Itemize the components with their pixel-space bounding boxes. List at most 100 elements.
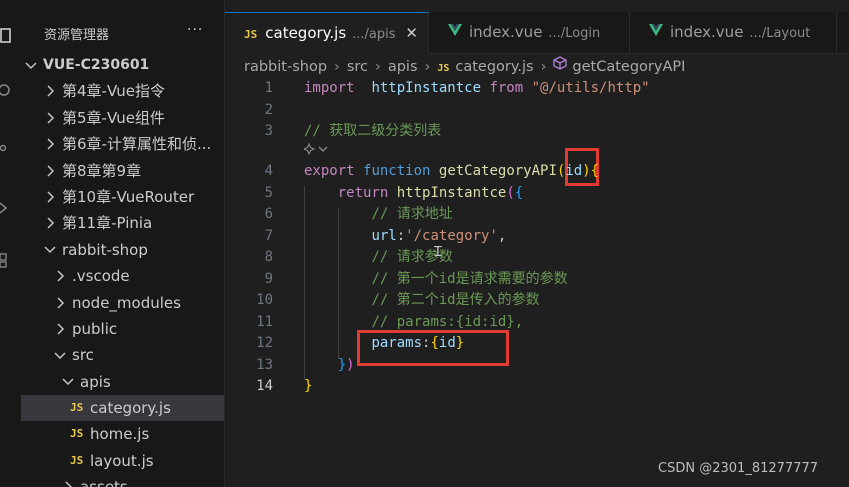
folder-item[interactable]: .vscode [21,263,224,289]
chevron-right-icon [54,290,66,316]
code-line[interactable]: // 第二个id是传入的参数 [304,290,539,312]
file-item[interactable]: JS layout.js [21,448,224,474]
chevron-right-icon [44,131,56,157]
code-line[interactable]: // 请求地址 [304,204,453,226]
code-line[interactable]: // 获取二级分类列表 [304,121,441,143]
code-token: } [337,356,347,373]
code-editor[interactable]: Ɪ 1 import httpInstantce from "@/utils/ht… [225,78,849,487]
tree-item-label: node_modules [72,293,181,312]
code-line[interactable]: url:'/category', [304,226,506,248]
watermark: CSDN @2301_81277777 [658,461,818,476]
folder-item[interactable]: assets [21,474,224,487]
breadcrumb-item[interactable]: rabbit-shop [244,59,327,75]
chevron-right-icon [62,474,74,487]
code-token: } [304,378,313,394]
tree-item-label: assets [80,474,128,487]
extensions-icon[interactable] [0,252,14,268]
chevron-down-icon [62,369,74,395]
code-token: from [489,80,524,96]
js-file-icon: JS [70,427,84,441]
code-token: url [371,227,397,244]
tab-description: .../Login [548,26,601,41]
code-line[interactable]: export function getCategoryAPI(id){ [304,161,599,183]
code-line[interactable]: import httpInstantce from "@/utils/http" [304,78,650,100]
code-token: "@/utils/http" [531,80,650,96]
ai-hint-icon[interactable] [302,142,330,158]
chevron-right-icon [44,210,56,236]
code-line[interactable]: } [304,376,312,398]
chevron-down-icon [25,52,37,78]
close-tab-icon[interactable]: ✕ [405,13,418,54]
folder-item[interactable]: apis [21,369,224,395]
chevron-right-icon [54,316,66,342]
tree-item-label: rabbit-shop [62,240,148,259]
activity-bar [0,0,22,487]
chevron-right-icon [44,184,56,210]
explorer-icon[interactable] [0,28,14,43]
more-actions-icon[interactable]: ··· [187,22,203,38]
code-line[interactable]: // params:{id:id}, [304,312,523,334]
tab-label: index.vue [670,23,744,41]
folder-item[interactable]: 第8章第9章 [21,158,224,184]
folder-item[interactable]: src [21,342,224,368]
tab-index-vue-layout[interactable]: index.vue .../Layout [630,12,837,53]
tab-description: .../apis [352,27,396,42]
folder-item[interactable]: 第4章-Vue指令 [21,78,224,104]
file-item[interactable]: JS home.js [21,421,224,447]
tab-category-js[interactable]: JS category.js .../apis ✕ [225,12,429,54]
code-line[interactable]: params:{id} [304,333,464,355]
source-control-icon[interactable] [0,140,14,154]
code-line[interactable]: // 请求参数 [304,247,452,269]
tree-item-label: .vscode [72,267,130,286]
folder-item[interactable]: rabbit-shop [21,237,224,263]
tree-item-label: public [72,319,118,338]
folder-item[interactable]: 第11章-Pinia [21,210,224,236]
breadcrumb-item[interactable]: apis [388,59,418,75]
folder-item[interactable]: 第5章-Vue组件 [21,105,224,131]
line-number: 6 [264,206,273,222]
folder-item[interactable]: public [21,316,224,342]
code-line[interactable]: return httpInstantce({ [304,183,523,205]
tab-index-vue-login[interactable]: index.vue .../Login [429,12,630,53]
folder-item[interactable]: 第6章-计算属性和侦... [21,131,224,157]
code-token: httpInstantce [371,80,482,96]
vue-file-icon [448,11,462,52]
explorer-sidebar: 资源管理器 ··· VUE-C230601 第4章-Vue指令 第5章-Vue组件第… [21,0,225,487]
search-icon[interactable] [0,84,14,98]
tree-item-label: 第8章第9章 [62,161,142,180]
line-number: 13 [256,356,273,373]
code-token: { [430,335,439,351]
code-line[interactable]: }) [304,355,355,377]
code-token: ){ [582,163,600,179]
code-token: { [514,184,524,201]
code-token: // 请求地址 [371,206,453,222]
line-number: 8 [264,249,273,265]
code-token: // params:{id:id}, [371,313,524,330]
breadcrumb-item[interactable]: category.js [455,59,533,75]
line-number: 12 [256,335,273,351]
tree-item-label: category.js [90,399,171,418]
code-token: id [438,335,456,351]
line-number: 10 [256,292,273,308]
folder-item[interactable]: node_modules [21,290,224,316]
folder-item[interactable]: VUE-C230601 [21,52,224,78]
tab-description: .../Layout [749,26,811,41]
line-number: 11 [256,313,273,330]
breadcrumb: rabbit-shop › src › apis › JS category.js › getCa… [244,55,685,77]
tree-item-label: 第5章-Vue组件 [62,108,165,127]
run-debug-icon[interactable] [0,200,14,214]
code-line[interactable]: // 第一个id是请求需要的参数 [304,269,567,291]
chevron-right-icon: › [334,59,340,75]
breadcrumb-item[interactable]: getCategoryAPI [572,59,685,75]
tab-label: category.js [265,24,347,42]
file-item[interactable]: JS category.js [21,395,224,422]
chevron-right-icon: › [540,59,547,75]
code-line[interactable] [302,141,330,163]
folder-item[interactable]: 第10章-VueRouter [21,184,224,210]
breadcrumb-item[interactable]: src [347,59,368,75]
